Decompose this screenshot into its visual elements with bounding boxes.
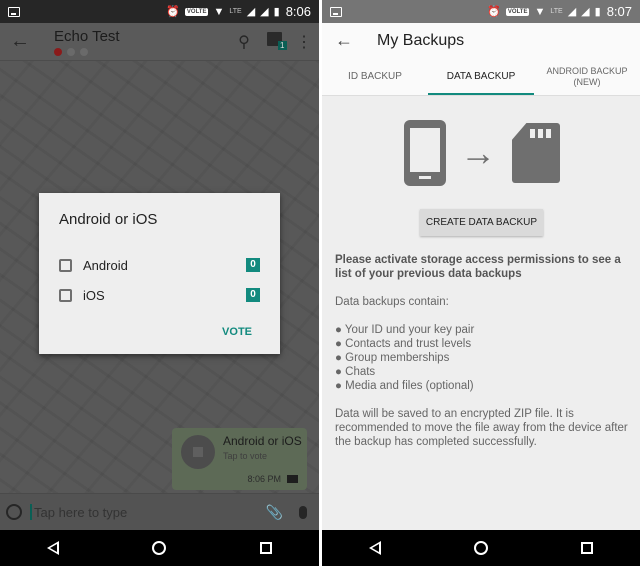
backup-tabs: ID BACKUP DATA BACKUP ANDROID BACKUP (NE… xyxy=(322,58,640,96)
contains-list: ● Your ID und your key pair ● Contacts a… xyxy=(335,323,628,393)
wifi-icon: ▼ xyxy=(213,5,225,18)
poll-option-ios[interactable]: iOS 0 xyxy=(59,280,260,310)
dialog-title: Android or iOS xyxy=(59,211,158,228)
sd-card-pin xyxy=(546,129,551,138)
text-caret xyxy=(30,504,32,520)
back-arrow-icon[interactable]: ← xyxy=(322,30,366,51)
backups-app-bar: ← My Backups xyxy=(322,23,640,58)
back-arrow-icon[interactable]: ← xyxy=(0,30,40,53)
signal-icon: ◢ xyxy=(246,6,256,18)
checkbox[interactable] xyxy=(59,288,72,302)
page-title: My Backups xyxy=(377,31,465,49)
chat-screen: ⏰ VOLTE ▼ LTE ◢ ◢ ▮ 8:06 ← Echo Test ⚲ 1… xyxy=(0,0,319,566)
compose-bar: Tap here to type 📎 xyxy=(0,493,319,530)
status-bar: ⏰ VOLTE ▼ LTE ◢ ◢ ▮ 8:06 xyxy=(0,0,319,23)
contains-heading: Data backups contain: xyxy=(335,296,449,308)
battery-icon: ▮ xyxy=(594,6,601,18)
poll-message-title: Android or iOS xyxy=(223,434,302,448)
sd-card-pin xyxy=(530,129,535,138)
tab-data-backup[interactable]: DATA BACKUP xyxy=(428,58,534,95)
signal-icon-2: ◢ xyxy=(581,6,590,18)
message-timestamp: 8:06 PM xyxy=(247,474,281,484)
emoji-icon[interactable] xyxy=(6,504,22,520)
permission-notice: Please activate storage access permissio… xyxy=(335,254,621,280)
message-input[interactable]: Tap here to type xyxy=(34,505,266,520)
trust-dot-red xyxy=(54,47,62,56)
alarm-icon: ⏰ xyxy=(166,6,180,18)
chat-app-bar: ← Echo Test ⚲ 1 ⋮ xyxy=(0,23,319,61)
status-time: 8:07 xyxy=(606,4,632,19)
phone-icon xyxy=(404,120,446,186)
trust-dot-gray xyxy=(67,47,75,56)
nav-back-icon[interactable] xyxy=(46,541,59,555)
backup-info: Please activate storage access permissio… xyxy=(335,253,628,463)
backups-screen: ⏰ VOLTE ▼ LTE ◢ ◢ ▮ 8:07 ← My Backups ID… xyxy=(322,0,640,566)
volte-icon: VOLTE xyxy=(505,7,530,16)
checkbox[interactable] xyxy=(59,258,72,272)
poll-button[interactable]: 1 xyxy=(259,32,289,51)
sd-card-pin xyxy=(538,129,543,138)
poll-option-android[interactable]: Android 0 xyxy=(59,250,260,280)
option-label: iOS xyxy=(83,287,105,303)
tab-android-backup[interactable]: ANDROID BACKUP (NEW) xyxy=(534,58,640,95)
signal-icon: ◢ xyxy=(567,6,577,18)
vote-count-badge: 0 xyxy=(246,258,260,272)
arrow-right-icon: → xyxy=(460,132,496,173)
list-item: ● Group memberships xyxy=(335,352,450,364)
nav-back-icon[interactable] xyxy=(368,541,381,555)
lte-icon: LTE xyxy=(229,8,242,15)
poll-message-bubble[interactable]: Android or iOS Tap to vote 8:06 PM xyxy=(172,428,307,490)
gallery-notification-icon xyxy=(8,6,20,17)
attach-icon[interactable]: 📎 xyxy=(266,504,283,521)
list-item: ● Chats xyxy=(335,366,376,378)
wifi-icon: ▼ xyxy=(534,5,546,18)
nav-recents-icon[interactable] xyxy=(260,542,273,554)
poll-icon: 1 xyxy=(266,32,287,50)
list-item: ● Your ID und your key pair xyxy=(335,324,475,336)
option-label: Android xyxy=(83,257,128,273)
microphone-icon[interactable] xyxy=(299,505,307,519)
chat-title[interactable]: Echo Test xyxy=(54,28,229,45)
create-data-backup-button[interactable]: CREATE DATA BACKUP xyxy=(420,209,543,236)
list-item: ● Contacts and trust levels xyxy=(335,338,472,350)
search-icon[interactable]: ⚲ xyxy=(229,32,259,52)
trust-dot-gray xyxy=(80,47,88,56)
trust-level-indicator xyxy=(54,47,229,56)
footer-note: Data will be saved to an encrypted ZIP f… xyxy=(335,408,628,448)
status-time: 8:06 xyxy=(285,4,311,19)
poll-chart-icon xyxy=(181,435,215,469)
poll-dialog: Android or iOS Android 0 iOS 0 VOTE xyxy=(39,193,280,354)
tab-id-backup[interactable]: ID BACKUP xyxy=(322,58,428,95)
nav-home-icon[interactable] xyxy=(473,541,488,555)
vote-count-badge: 0 xyxy=(246,288,260,302)
nav-home-icon[interactable] xyxy=(152,541,167,555)
alarm-icon: ⏰ xyxy=(487,6,501,18)
message-status-icon xyxy=(287,475,298,483)
nav-recents-icon[interactable] xyxy=(581,542,594,554)
status-bar: ⏰ VOLTE ▼ LTE ◢ ◢ ▮ 8:07 xyxy=(322,0,640,23)
volte-icon: VOLTE xyxy=(184,7,209,16)
poll-count-badge: 1 xyxy=(278,41,287,50)
system-nav-bar xyxy=(0,530,319,566)
backup-illustration: → xyxy=(404,120,564,186)
more-options-icon[interactable]: ⋮ xyxy=(289,32,319,52)
system-nav-bar xyxy=(322,530,640,566)
battery-icon: ▮ xyxy=(273,6,280,18)
poll-message-subtitle: Tap to vote xyxy=(223,451,268,461)
lte-icon: LTE xyxy=(550,8,563,15)
list-item: ● Media and files (optional) xyxy=(335,380,474,392)
vote-button[interactable]: VOTE xyxy=(222,326,252,338)
signal-icon-2: ◢ xyxy=(260,6,269,18)
sd-card-icon xyxy=(512,123,560,183)
gallery-notification-icon xyxy=(330,6,342,17)
